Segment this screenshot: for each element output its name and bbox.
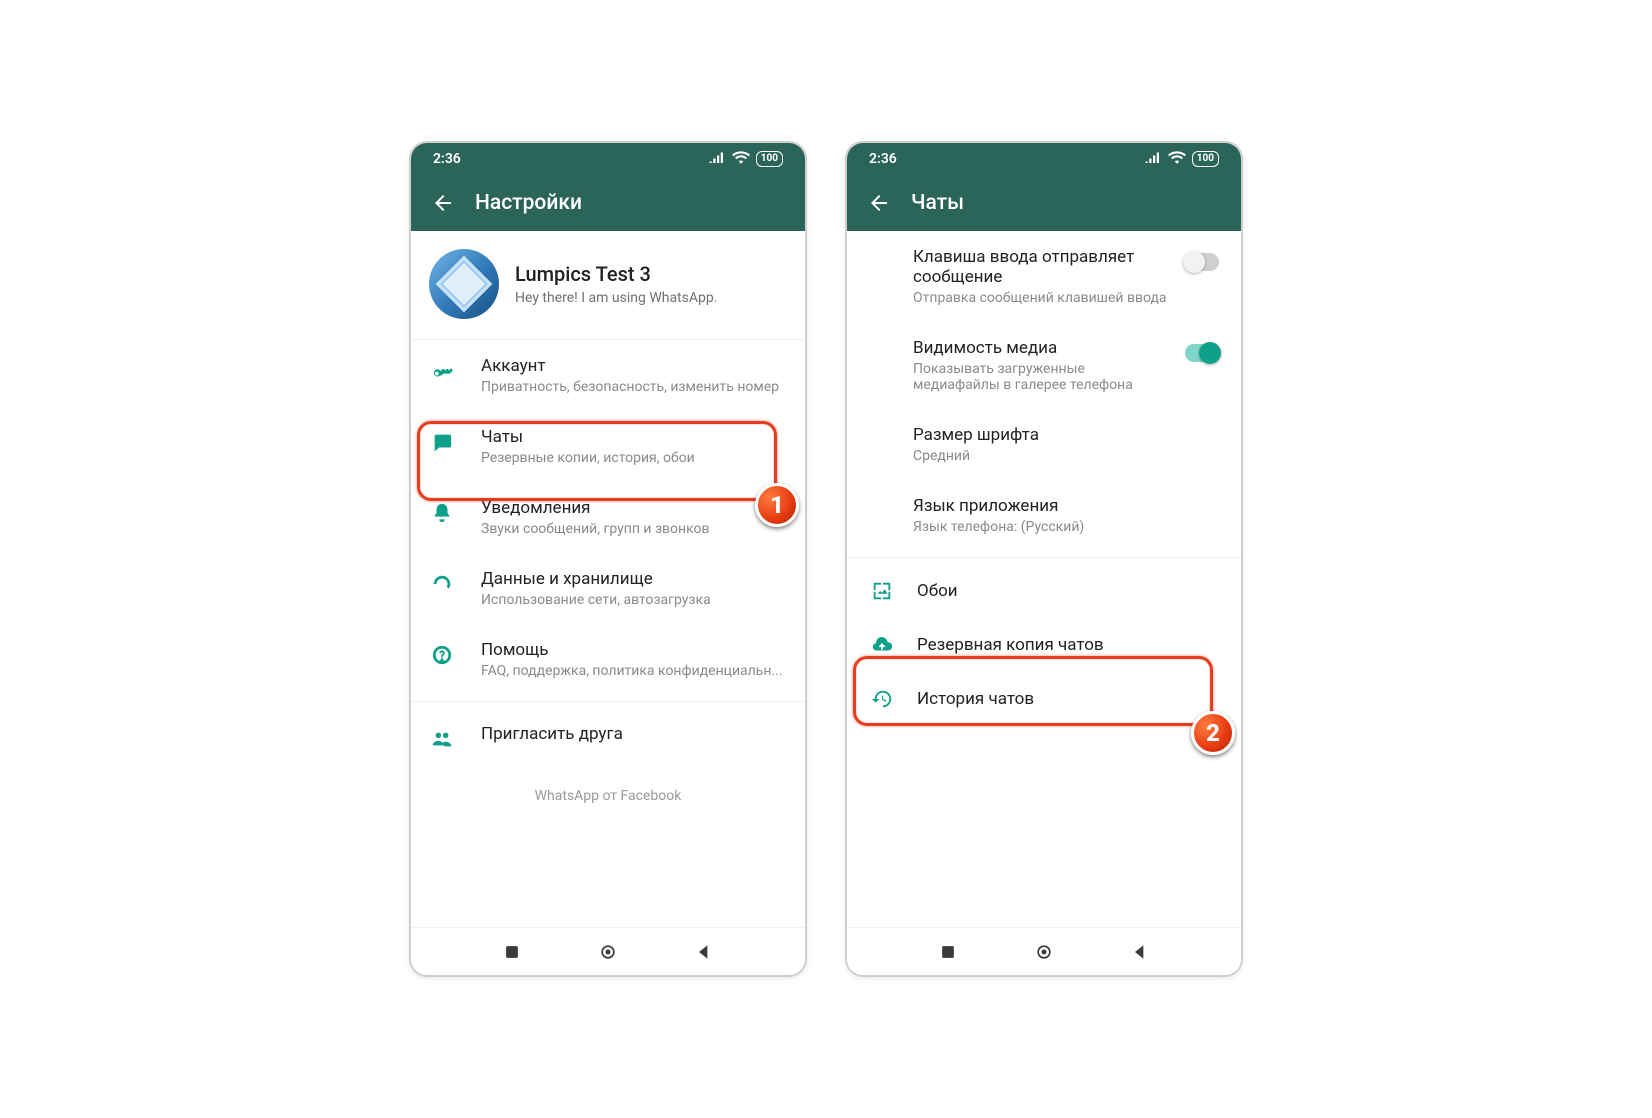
key-icon bbox=[429, 360, 455, 382]
status-time: 2:36 bbox=[433, 151, 461, 167]
row-font-size[interactable]: Размер шрифта Средний bbox=[847, 409, 1241, 480]
header: 2:36 100 Настройки bbox=[411, 143, 805, 231]
settings-item-chats[interactable]: Чаты Резервные копии, история, обои bbox=[411, 411, 805, 482]
app-bar-title: Чаты bbox=[911, 191, 964, 215]
row-sub: Отправка сообщений клавишей ввода bbox=[913, 290, 1167, 306]
item-title: Данные и хранилище bbox=[481, 569, 787, 589]
app-bar-title: Настройки bbox=[475, 191, 582, 215]
back-button[interactable] bbox=[861, 185, 897, 221]
bell-icon bbox=[429, 502, 455, 524]
status-time: 2:36 bbox=[869, 151, 897, 167]
settings-item-data[interactable]: Данные и хранилище Использование сети, а… bbox=[411, 553, 805, 624]
status-bar: 2:36 100 bbox=[847, 143, 1241, 175]
item-title: Помощь bbox=[481, 640, 787, 660]
back-button[interactable] bbox=[425, 185, 461, 221]
people-icon bbox=[429, 728, 455, 750]
settings-item-help[interactable]: Помощь FAQ, поддержка, политика конфиден… bbox=[411, 624, 805, 695]
battery-indicator: 100 bbox=[756, 151, 783, 167]
nav-recent-button[interactable] bbox=[501, 941, 523, 963]
status-icons: 100 bbox=[1144, 150, 1219, 168]
signal-icon bbox=[1144, 150, 1162, 168]
android-nav-bar bbox=[847, 927, 1241, 975]
profile-status: Hey there! I am using WhatsApp. bbox=[515, 290, 717, 306]
phone-chats-settings-screen: 2:36 100 Чаты Клавиша ввода отправляет с… bbox=[845, 141, 1243, 977]
nav-home-button[interactable] bbox=[1033, 941, 1055, 963]
wallpaper-icon bbox=[869, 580, 895, 602]
row-title: История чатов bbox=[917, 689, 1034, 709]
row-title: Клавиша ввода отправляет сообщение bbox=[913, 247, 1167, 287]
item-title: Аккаунт bbox=[481, 356, 787, 376]
row-wallpaper[interactable]: Обои bbox=[847, 564, 1241, 618]
divider bbox=[411, 701, 805, 702]
row-chat-history[interactable]: История чатов bbox=[847, 672, 1241, 726]
content: Lumpics Test 3 Hey there! I am using Wha… bbox=[411, 231, 805, 927]
row-title: Язык приложения bbox=[913, 496, 1219, 516]
content: Клавиша ввода отправляет сообщение Отпра… bbox=[847, 231, 1241, 927]
row-sub: Средний bbox=[913, 448, 1219, 464]
row-app-language[interactable]: Язык приложения Язык телефона: (Русский) bbox=[847, 480, 1241, 551]
footer-note: WhatsApp от Facebook bbox=[411, 766, 805, 830]
profile-row[interactable]: Lumpics Test 3 Hey there! I am using Wha… bbox=[411, 231, 805, 340]
item-title: Уведомления bbox=[481, 498, 787, 518]
settings-item-invite[interactable]: Пригласить друга bbox=[411, 708, 805, 766]
avatar bbox=[429, 249, 499, 319]
divider bbox=[847, 557, 1241, 558]
row-sub: Язык телефона: (Русский) bbox=[913, 519, 1219, 535]
item-sub: Использование сети, автозагрузка bbox=[481, 592, 787, 608]
nav-back-button[interactable] bbox=[1129, 941, 1151, 963]
nav-back-button[interactable] bbox=[693, 941, 715, 963]
item-title: Пригласить друга bbox=[481, 724, 787, 744]
app-bar: Настройки bbox=[411, 175, 805, 231]
chat-icon bbox=[429, 431, 455, 453]
status-bar: 2:36 100 bbox=[411, 143, 805, 175]
toggle-enter-sends[interactable] bbox=[1185, 253, 1219, 271]
history-icon bbox=[869, 688, 895, 710]
signal-icon bbox=[708, 150, 726, 168]
row-title: Размер шрифта bbox=[913, 425, 1219, 445]
row-enter-sends[interactable]: Клавиша ввода отправляет сообщение Отпра… bbox=[847, 231, 1241, 322]
item-sub: Звуки сообщений, групп и звонков bbox=[481, 521, 787, 537]
battery-indicator: 100 bbox=[1192, 151, 1219, 167]
item-sub: Приватность, безопасность, изменить номе… bbox=[481, 379, 787, 395]
settings-item-notifications[interactable]: Уведомления Звуки сообщений, групп и зво… bbox=[411, 482, 805, 553]
wifi-icon bbox=[1168, 150, 1186, 168]
profile-name: Lumpics Test 3 bbox=[515, 262, 717, 286]
item-title: Чаты bbox=[481, 427, 787, 447]
nav-recent-button[interactable] bbox=[937, 941, 959, 963]
phone-settings-screen: 2:36 100 Настройки Lumpics Test 3 bbox=[409, 141, 807, 977]
nav-home-button[interactable] bbox=[597, 941, 619, 963]
row-title: Видимость медиа bbox=[913, 338, 1167, 358]
cloud-upload-icon bbox=[869, 634, 895, 656]
item-sub: Резервные копии, история, обои bbox=[481, 450, 787, 466]
android-nav-bar bbox=[411, 927, 805, 975]
row-title: Обои bbox=[917, 581, 958, 601]
app-bar: Чаты bbox=[847, 175, 1241, 231]
row-media-visibility[interactable]: Видимость медиа Показывать загруженные м… bbox=[847, 322, 1241, 409]
wifi-icon bbox=[732, 150, 750, 168]
toggle-media-visibility[interactable] bbox=[1185, 344, 1219, 362]
header: 2:36 100 Чаты bbox=[847, 143, 1241, 231]
help-icon bbox=[429, 644, 455, 666]
status-icons: 100 bbox=[708, 150, 783, 168]
row-title: Резервная копия чатов bbox=[917, 635, 1104, 655]
data-usage-icon bbox=[429, 573, 455, 595]
row-sub: Показывать загруженные медиафайлы в гале… bbox=[913, 361, 1167, 393]
item-sub: FAQ, поддержка, политика конфиденциальн.… bbox=[481, 663, 787, 679]
row-chat-backup[interactable]: Резервная копия чатов bbox=[847, 618, 1241, 672]
settings-item-account[interactable]: Аккаунт Приватность, безопасность, измен… bbox=[411, 340, 805, 411]
